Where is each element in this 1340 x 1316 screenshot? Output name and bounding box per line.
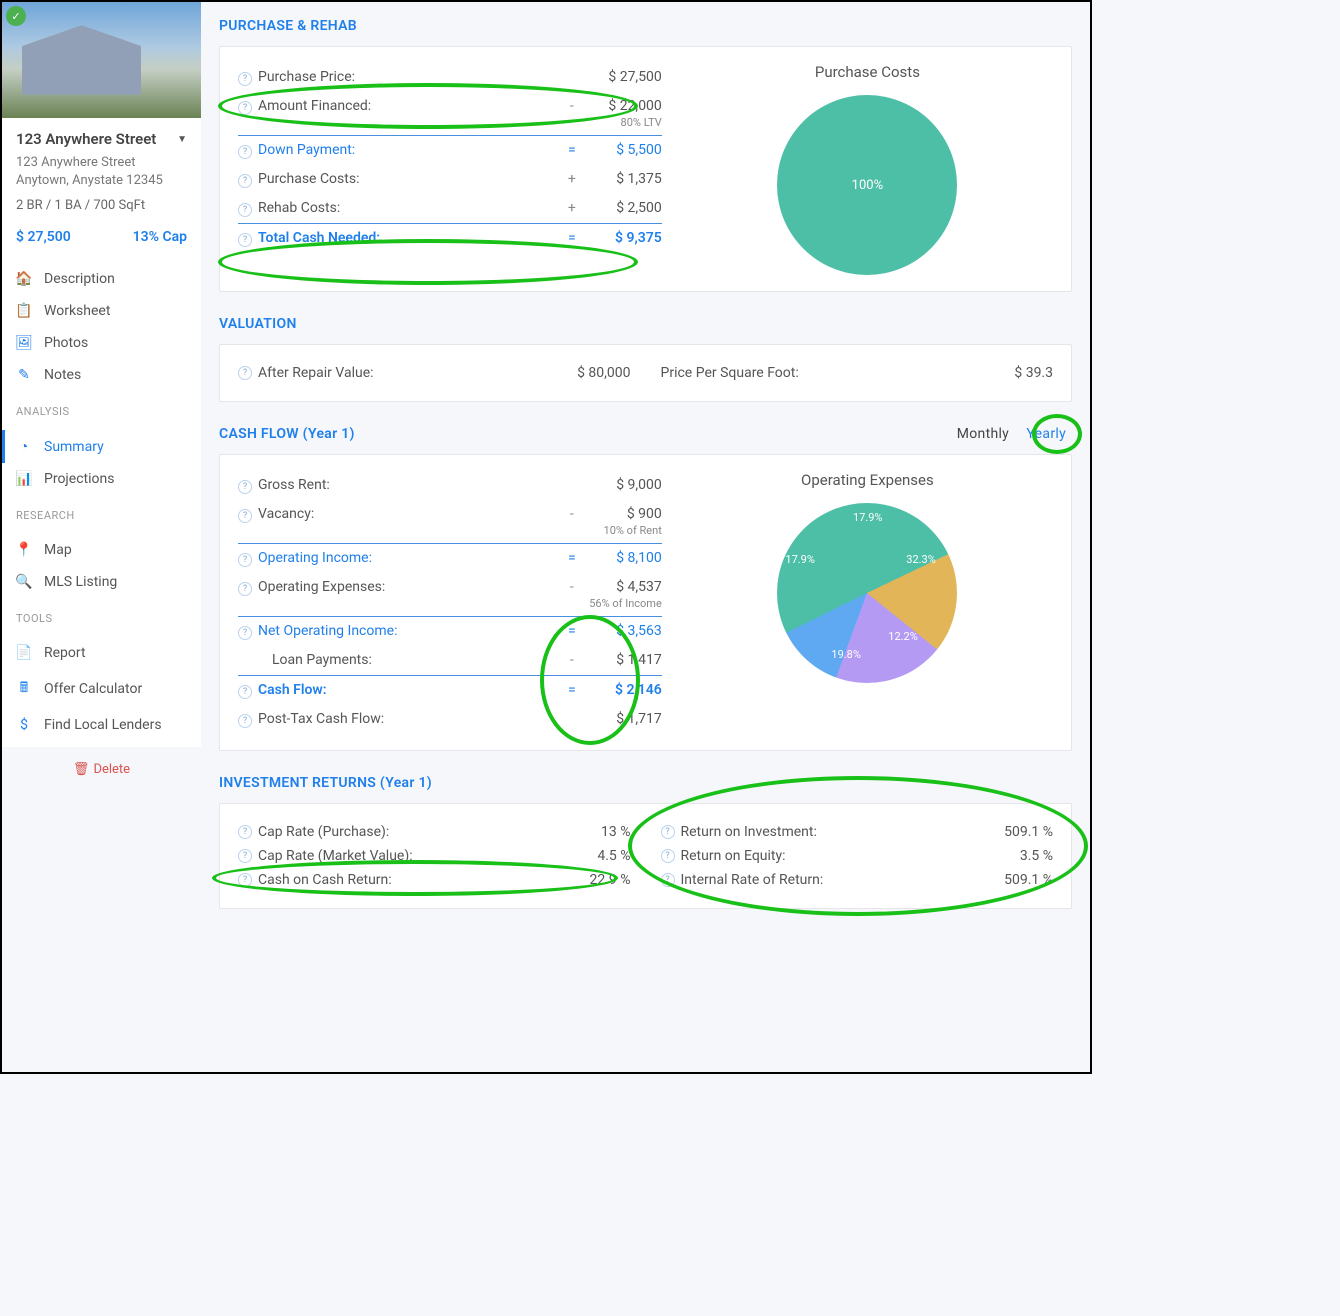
- calculator-icon: 🖩: [16, 677, 32, 701]
- row-amount-financed: ?Amount Financed:-$ 22,00080% LTV: [238, 92, 662, 135]
- nav-summary[interactable]: ◔Summary: [2, 430, 201, 463]
- help-icon[interactable]: ?: [238, 714, 252, 728]
- dollar-icon: $: [16, 717, 32, 733]
- help-icon[interactable]: ?: [238, 174, 252, 188]
- section-title-cashflow: CASH FLOW (Year 1): [219, 426, 355, 442]
- row-ppsf: Price Per Square Foot:$ 39.3: [661, 361, 1054, 385]
- row-vacancy: ?Vacancy:-$ 90010% of Rent: [238, 500, 662, 543]
- toggle-yearly[interactable]: Yearly: [1020, 424, 1072, 444]
- section-valuation: VALUATION ?After Repair Value:$ 80,000 P…: [219, 316, 1072, 402]
- nav-label-research: RESEARCH: [2, 501, 201, 528]
- trash-icon: 🗑: [73, 762, 90, 777]
- row-down-payment: ?Down Payment:=$ 5,500: [238, 135, 662, 165]
- row-cash-on-cash: ?Cash on Cash Return:22.9 %: [238, 868, 631, 892]
- section-title-purchase: PURCHASE & REHAB: [219, 18, 1072, 34]
- property-photo[interactable]: [2, 2, 201, 118]
- row-post-tax: ?Post-Tax Cash Flow:$ 1,717: [238, 705, 662, 734]
- row-cash-flow: ?Cash Flow:=$ 2,146: [238, 675, 662, 705]
- help-icon[interactable]: ?: [238, 582, 252, 596]
- help-icon[interactable]: ?: [238, 509, 252, 523]
- status-check-icon: ✓: [6, 6, 26, 26]
- help-icon[interactable]: ?: [238, 101, 252, 115]
- nav: 🏠Description 📋Worksheet 🖼Photos ✎Notes A…: [2, 257, 201, 747]
- nav-lenders[interactable]: $Find Local Lenders: [2, 709, 201, 741]
- home-icon: 🏠: [16, 271, 32, 287]
- help-icon[interactable]: ?: [238, 480, 252, 494]
- period-toggle: Monthly Yearly: [957, 426, 1072, 442]
- app-frame: ✓ 123 Anywhere Street ▼ 123 Anywhere Str…: [0, 0, 1092, 1074]
- help-icon[interactable]: ?: [661, 849, 675, 863]
- help-icon[interactable]: ?: [238, 553, 252, 567]
- property-title: 123 Anywhere Street: [16, 130, 156, 148]
- row-purchase-price: ?Purchase Price:$ 27,500: [238, 63, 662, 92]
- row-roe: ?Return on Equity:3.5 %: [661, 844, 1054, 868]
- nav-notes[interactable]: ✎Notes: [2, 359, 201, 391]
- nav-map[interactable]: 📍Map: [2, 534, 201, 566]
- property-cap: 13% Cap: [133, 229, 187, 245]
- row-gross-rent: ?Gross Rent:$ 9,000: [238, 471, 662, 500]
- toggle-monthly[interactable]: Monthly: [957, 426, 1009, 442]
- property-meta: 2 BR / 1 BA / 700 SqFt: [16, 198, 187, 221]
- nav-worksheet[interactable]: 📋Worksheet: [2, 295, 201, 327]
- help-icon[interactable]: ?: [661, 825, 675, 839]
- nav-report[interactable]: 📄Report: [2, 637, 201, 669]
- operating-expenses-pie: 17.9% 17.9% 19.8% 12.2% 32.3%: [777, 503, 957, 683]
- section-title-valuation: VALUATION: [219, 316, 1072, 332]
- nav-label-tools: TOOLS: [2, 604, 201, 631]
- help-icon[interactable]: ?: [238, 233, 252, 247]
- help-icon[interactable]: ?: [238, 145, 252, 159]
- nav-label-analysis: ANALYSIS: [2, 397, 201, 424]
- nav-offer-calc[interactable]: 🖩Offer Calculator: [2, 669, 201, 709]
- row-purchase-costs: ?Purchase Costs:+$ 1,375: [238, 165, 662, 194]
- help-icon[interactable]: ?: [238, 873, 252, 887]
- section-cashflow: CASH FLOW (Year 1) Monthly Yearly ?Gross…: [219, 426, 1072, 751]
- delete-link[interactable]: 🗑Delete: [73, 762, 130, 777]
- search-icon: 🔍: [16, 574, 32, 590]
- nav-description[interactable]: 🏠Description: [2, 263, 201, 295]
- help-icon[interactable]: ?: [238, 72, 252, 86]
- row-net-operating: ?Net Operating Income:=$ 3,563: [238, 616, 662, 646]
- property-card: 123 Anywhere Street ▼ 123 Anywhere Stree…: [2, 118, 201, 257]
- piechart-icon: ◔: [16, 438, 32, 455]
- row-cap-market: ?Cap Rate (Market Value):4.5 %: [238, 844, 631, 868]
- row-roi: ?Return on Investment:509.1 %: [661, 820, 1054, 844]
- document-icon: 📄: [16, 645, 32, 661]
- help-icon[interactable]: ?: [238, 849, 252, 863]
- help-icon[interactable]: ?: [238, 825, 252, 839]
- property-address: 123 Anywhere Street Anytown, Anystate 12…: [16, 154, 187, 190]
- nav-photos[interactable]: 🖼Photos: [2, 327, 201, 359]
- sidebar: ✓ 123 Anywhere Street ▼ 123 Anywhere Str…: [2, 2, 201, 1072]
- row-irr: ?Internal Rate of Return:509.1 %: [661, 868, 1054, 892]
- help-icon[interactable]: ?: [661, 873, 675, 887]
- purchase-costs-pie: 100%: [777, 95, 957, 275]
- nav-projections[interactable]: 📊Projections: [2, 463, 201, 495]
- help-icon[interactable]: ?: [238, 203, 252, 217]
- pencil-icon: ✎: [16, 367, 32, 383]
- nav-mls[interactable]: 🔍MLS Listing: [2, 566, 201, 598]
- row-operating-income: ?Operating Income:=$ 8,100: [238, 543, 662, 573]
- row-rehab-costs: ?Rehab Costs:+$ 2,500: [238, 194, 662, 223]
- image-icon: 🖼: [16, 335, 32, 351]
- chart-title-operating-expenses: Operating Expenses: [682, 471, 1053, 489]
- property-menu-caret[interactable]: ▼: [177, 134, 187, 145]
- row-operating-expenses: ?Operating Expenses:-$ 4,53756% of Incom…: [238, 573, 662, 616]
- section-returns: INVESTMENT RETURNS (Year 1) ?Cap Rate (P…: [219, 775, 1072, 909]
- help-icon[interactable]: ?: [238, 685, 252, 699]
- pin-icon: 📍: [16, 542, 32, 558]
- row-total-cash: ?Total Cash Needed:=$ 9,375: [238, 223, 662, 253]
- row-arv: ?After Repair Value:$ 80,000: [238, 361, 631, 385]
- row-cap-purchase: ?Cap Rate (Purchase):13 %: [238, 820, 631, 844]
- help-icon[interactable]: ?: [238, 366, 252, 380]
- main: PURCHASE & REHAB ?Purchase Price:$ 27,50…: [201, 2, 1090, 1072]
- section-purchase: PURCHASE & REHAB ?Purchase Price:$ 27,50…: [219, 18, 1072, 292]
- chart-title-purchase-costs: Purchase Costs: [682, 63, 1053, 81]
- bars-icon: 📊: [16, 471, 32, 487]
- section-title-returns: INVESTMENT RETURNS (Year 1): [219, 775, 1072, 791]
- row-loan-payments: ?Loan Payments:-$ 1,417: [238, 646, 662, 675]
- clipboard-icon: 📋: [16, 303, 32, 319]
- help-icon[interactable]: ?: [238, 626, 252, 640]
- property-price: $ 27,500: [16, 229, 71, 245]
